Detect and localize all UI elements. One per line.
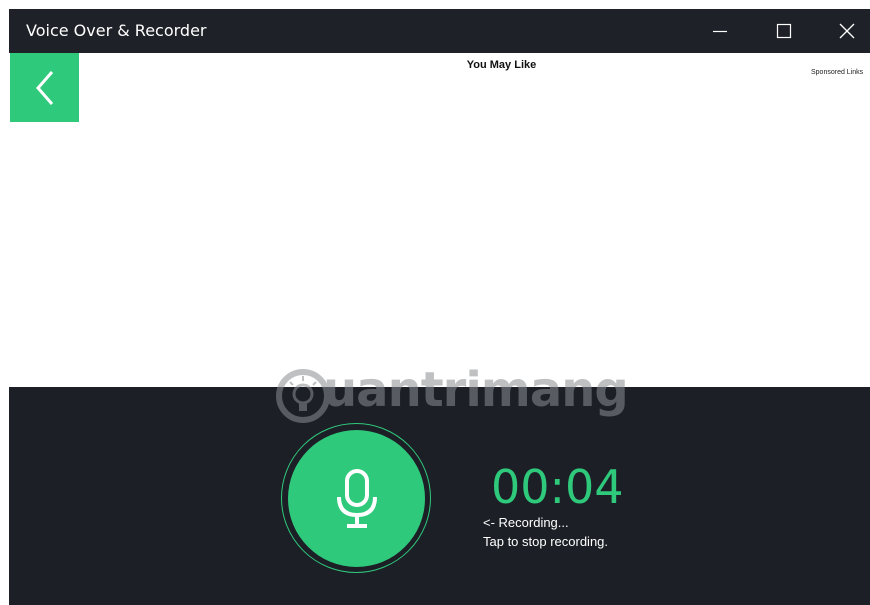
- ad-panel: You May Like Sponsored Links: [9, 53, 870, 387]
- microphone-icon: [336, 468, 377, 528]
- maximize-icon: [776, 23, 792, 39]
- minimize-button[interactable]: [697, 9, 743, 53]
- record-toggle-button[interactable]: [288, 430, 425, 567]
- window-title: Voice Over & Recorder: [26, 21, 207, 40]
- recording-hint: Tap to stop recording.: [483, 534, 609, 549]
- ad-heading: You May Like: [466, 59, 537, 71]
- maximize-button[interactable]: [761, 9, 807, 53]
- minimize-icon: [713, 30, 727, 33]
- recorder-panel: uantrimang 00:04 <- Recording... Tap to …: [9, 362, 870, 605]
- close-icon: [839, 23, 855, 39]
- recording-timer: 00:04: [491, 460, 624, 514]
- close-button[interactable]: [824, 9, 870, 53]
- app-window: Voice Over & Recorder You May Like Spons…: [9, 9, 870, 605]
- chevron-left-icon: [35, 70, 53, 105]
- title-bar: Voice Over & Recorder: [9, 9, 870, 53]
- recording-status: <- Recording...: [483, 515, 569, 530]
- sponsored-links-label[interactable]: Sponsored Links: [811, 69, 863, 76]
